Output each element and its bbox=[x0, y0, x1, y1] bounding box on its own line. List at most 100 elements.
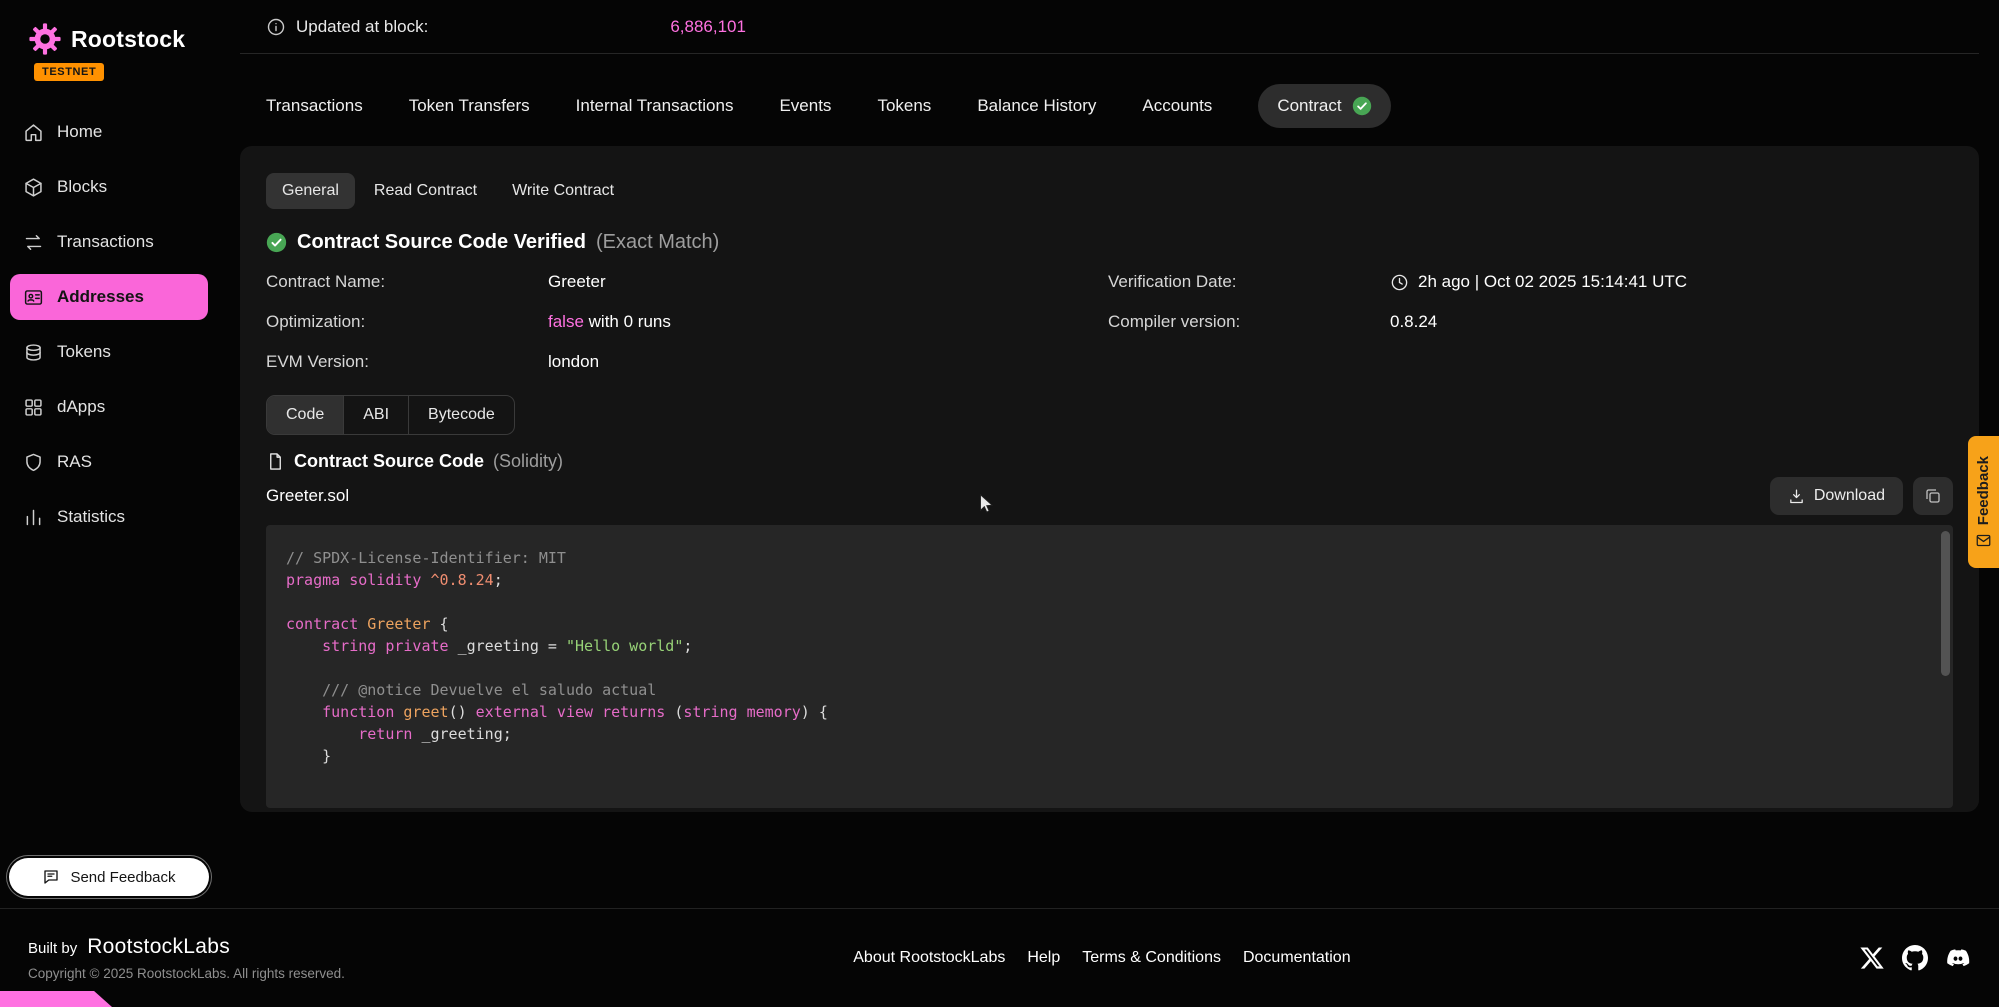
statistics-icon bbox=[23, 507, 44, 528]
code-tab-bytecode[interactable]: Bytecode bbox=[408, 396, 514, 434]
brand-name: Rootstock bbox=[71, 26, 185, 53]
addresses-icon bbox=[23, 287, 44, 308]
contract-name-label: Contract Name: bbox=[266, 272, 548, 292]
optimization-value: false with 0 runs bbox=[548, 312, 1108, 332]
sidebar-item-label: Transactions bbox=[57, 232, 154, 252]
contract-fields: Contract Name: Greeter Verification Date… bbox=[266, 272, 1953, 372]
tab-events[interactable]: Events bbox=[779, 96, 831, 116]
brand-logo[interactable]: Rootstock bbox=[0, 22, 218, 56]
sidebar-item-dapps[interactable]: dApps bbox=[10, 384, 208, 430]
code-view-tabs: CodeABIBytecode bbox=[266, 395, 515, 435]
code-line: // SPDX-License-Identifier: MIT bbox=[286, 547, 1923, 569]
source-code-viewer[interactable]: // SPDX-License-Identifier: MITpragma so… bbox=[266, 525, 1953, 808]
built-by-label: Built by bbox=[28, 940, 77, 957]
sidebar-item-tokens[interactable]: Tokens bbox=[10, 329, 208, 375]
document-icon bbox=[266, 452, 285, 471]
code-tab-code[interactable]: Code bbox=[267, 396, 343, 434]
sidebar-item-label: Statistics bbox=[57, 507, 125, 527]
tab-internal-transactions[interactable]: Internal Transactions bbox=[576, 96, 734, 116]
tab-contract[interactable]: Contract bbox=[1258, 84, 1390, 128]
block-number-link[interactable]: 6,886,101 bbox=[670, 17, 746, 37]
tab-balance-history[interactable]: Balance History bbox=[977, 96, 1096, 116]
sidebar-item-blocks[interactable]: Blocks bbox=[10, 164, 208, 210]
testnet-badge: TESTNET bbox=[34, 63, 104, 81]
copy-icon bbox=[1924, 487, 1942, 505]
info-icon bbox=[266, 17, 286, 37]
code-line: contract Greeter { bbox=[286, 613, 1923, 635]
contract-subtabs: GeneralRead ContractWrite Contract bbox=[266, 173, 1953, 209]
optimization-runs: with 0 runs bbox=[584, 312, 671, 331]
tab-label: Transactions bbox=[266, 96, 363, 115]
feedback-tab[interactable]: Feedback bbox=[1968, 436, 1999, 568]
code-line: string private _greeting = "Hello world"… bbox=[286, 635, 1923, 657]
sidebar-item-home[interactable]: Home bbox=[10, 109, 208, 155]
subtab-general[interactable]: General bbox=[266, 173, 355, 209]
sidebar-item-label: Blocks bbox=[57, 177, 107, 197]
sidebar-item-statistics[interactable]: Statistics bbox=[10, 494, 208, 540]
footer-links: About RootstockLabs Help Terms & Condition… bbox=[853, 949, 1350, 967]
verification-date-label: Verification Date: bbox=[1108, 272, 1390, 292]
tab-label: Token Transfers bbox=[409, 96, 530, 115]
verification-date-text: 2h ago | Oct 02 2025 15:14:41 UTC bbox=[1418, 272, 1687, 292]
tab-accounts[interactable]: Accounts bbox=[1142, 96, 1212, 116]
file-row: Greeter.sol Download bbox=[266, 477, 1953, 515]
footer-link-about-rootstocklabs[interactable]: About RootstockLabs bbox=[853, 949, 1005, 967]
discord-icon[interactable] bbox=[1945, 945, 1971, 971]
code-line: } bbox=[286, 745, 1923, 767]
download-icon bbox=[1788, 488, 1805, 505]
file-name: Greeter.sol bbox=[266, 486, 349, 506]
code-lines: // SPDX-License-Identifier: MITpragma so… bbox=[286, 547, 1923, 767]
sidebar-item-ras[interactable]: RAS bbox=[10, 439, 208, 485]
rootstocklabs-wordmark[interactable]: RootstockLabs bbox=[87, 935, 230, 959]
file-actions: Download bbox=[1770, 477, 1953, 515]
tab-label: Accounts bbox=[1142, 96, 1212, 115]
subtab-read-contract[interactable]: Read Contract bbox=[358, 173, 493, 209]
optimization-label: Optimization: bbox=[266, 312, 548, 332]
code-tab-abi[interactable]: ABI bbox=[343, 396, 408, 434]
send-feedback-label: Send Feedback bbox=[70, 869, 175, 886]
tab-token-transfers[interactable]: Token Transfers bbox=[409, 96, 530, 116]
github-icon[interactable] bbox=[1902, 945, 1928, 971]
footer-social bbox=[1859, 945, 1971, 971]
code-scrollbar[interactable] bbox=[1941, 527, 1950, 806]
check-circle-icon bbox=[1352, 96, 1372, 116]
rootstock-gear-icon bbox=[28, 22, 62, 56]
sidebar-item-label: RAS bbox=[57, 452, 92, 472]
verified-banner: Contract Source Code Verified (Exact Mat… bbox=[266, 229, 1953, 255]
copy-button[interactable] bbox=[1913, 477, 1953, 515]
compiler-version-label: Compiler version: bbox=[1108, 312, 1390, 332]
code-scrollbar-thumb[interactable] bbox=[1941, 531, 1950, 676]
sidebar-item-addresses[interactable]: Addresses bbox=[10, 274, 208, 320]
home-icon bbox=[23, 122, 44, 143]
footer-link-documentation[interactable]: Documentation bbox=[1243, 949, 1351, 967]
compiler-version-value: 0.8.24 bbox=[1390, 312, 1953, 332]
code-line: /// @notice Devuelve el saludo actual bbox=[286, 679, 1923, 701]
feedback-tab-label: Feedback bbox=[1975, 456, 1992, 525]
verified-check-icon bbox=[266, 232, 287, 253]
download-button[interactable]: Download bbox=[1770, 477, 1903, 515]
ras-icon bbox=[23, 452, 44, 473]
code-line bbox=[286, 591, 1923, 613]
clock-icon bbox=[1390, 273, 1409, 292]
app: Rootstock TESTNET Home Blocks Transactions… bbox=[0, 0, 1999, 908]
x-icon[interactable] bbox=[1859, 945, 1885, 971]
sidebar-item-label: Home bbox=[57, 122, 102, 142]
verification-date-value: 2h ago | Oct 02 2025 15:14:41 UTC bbox=[1390, 272, 1953, 292]
footer-link-help[interactable]: Help bbox=[1027, 949, 1060, 967]
source-code-heading: Contract Source Code (Solidity) bbox=[266, 449, 1953, 473]
evm-version-value: london bbox=[548, 352, 1108, 372]
sidebar-item-transactions[interactable]: Transactions bbox=[10, 219, 208, 265]
tab-transactions[interactable]: Transactions bbox=[266, 96, 363, 116]
transactions-icon bbox=[23, 232, 44, 253]
code-line: pragma solidity ^0.8.24; bbox=[286, 569, 1923, 591]
mail-icon bbox=[1976, 533, 1991, 548]
feedback-form-icon bbox=[42, 868, 60, 886]
subtab-write-contract[interactable]: Write Contract bbox=[496, 173, 630, 209]
updated-at-block-bar: Updated at block: 6,886,101 bbox=[240, 0, 1979, 54]
tab-tokens[interactable]: Tokens bbox=[877, 96, 931, 116]
footer-link-terms-conditions[interactable]: Terms & Conditions bbox=[1082, 949, 1221, 967]
tab-bar: Transactions Token Transfers Internal Tran… bbox=[240, 84, 1979, 128]
tab-label: Contract bbox=[1277, 96, 1341, 116]
send-feedback-button[interactable]: Send Feedback bbox=[9, 858, 209, 896]
main-content: Updated at block: 6,886,101 Transactions… bbox=[218, 0, 1999, 908]
